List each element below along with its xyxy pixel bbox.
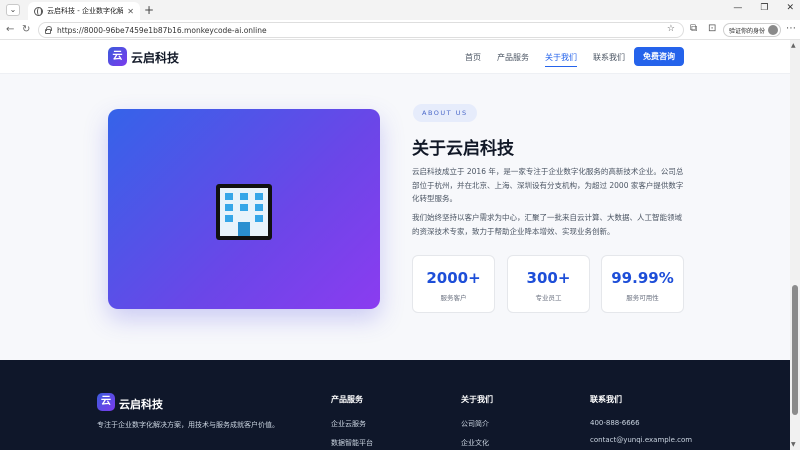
collections-icon[interactable]: ⊡ [708, 23, 716, 34]
footer-logo-text[interactable]: 云启科技 [119, 396, 163, 412]
page-scrollbar[interactable]: ▲ ▼ [790, 40, 800, 450]
footer-column-title: 联系我们 [590, 395, 622, 404]
office-building-icon [216, 184, 272, 240]
profile-label: 验证你的身份 [729, 27, 766, 35]
stat-card-availability: 99.99% 服务可用性 [601, 255, 684, 313]
footer-column-products: 产品服务 企业云服务 数据智能平台 [331, 394, 373, 450]
building-window [240, 193, 248, 200]
more-menu-icon[interactable]: ⋯ [786, 23, 796, 34]
profile-button[interactable]: 验证你的身份 [723, 23, 781, 37]
site-footer: 云 云启科技 专注于企业数字化解决方案，用技术与服务成就客户价值。 产品服务 企… [0, 360, 790, 450]
extensions-icon[interactable]: ⧉ [690, 23, 697, 34]
footer-logo-icon[interactable]: 云 [97, 393, 115, 411]
about-section: ABOUT US 关于云启科技 云启科技成立于 2016 年，是一家专注于企业数… [0, 74, 790, 360]
stat-value: 99.99% [611, 269, 674, 287]
main-nav: 首页 产品服务 关于我们 联系我们 [465, 52, 625, 67]
nav-item-home[interactable]: 首页 [465, 52, 481, 67]
stat-value: 2000+ [426, 269, 481, 287]
star-icon[interactable]: ☆ [667, 24, 675, 34]
footer-column-title: 产品服务 [331, 395, 363, 404]
address-bar-row: ← ↻ https://8000-96be7459e1b87b16.monkey… [0, 20, 800, 40]
scroll-up-icon[interactable]: ▲ [791, 42, 796, 49]
building-door [238, 222, 250, 236]
tab-title: 云启科技 - 企业数字化解决方案服务 [47, 7, 124, 15]
about-paragraph-2: 我们始终坚持以客户需求为中心，汇聚了一批来自云计算、大数据、人工智能领域的资深技… [412, 213, 682, 236]
tab-actions-menu-icon[interactable]: ⌄ [6, 4, 20, 16]
footer-column-title: 关于我们 [461, 395, 493, 404]
footer-tagline: 专注于企业数字化解决方案，用技术与服务成就客户价值。 [97, 421, 279, 429]
nav-item-contact[interactable]: 联系我们 [593, 52, 625, 67]
footer-link[interactable]: contact@yunqi.example.com [590, 436, 692, 444]
stat-label: 服务可用性 [626, 294, 659, 302]
browser-tab[interactable]: 云启科技 - 企业数字化解决方案服务 ✕ [28, 2, 140, 20]
stat-value: 300+ [526, 269, 571, 287]
scroll-down-icon[interactable]: ▼ [791, 441, 796, 448]
nav-item-about[interactable]: 关于我们 [545, 52, 577, 67]
tab-close-icon[interactable]: ✕ [127, 7, 134, 16]
footer-link[interactable]: 400-888-6666 [590, 419, 692, 427]
building-window [255, 193, 263, 200]
footer-column-contact: 联系我们 400-888-6666 contact@yunqi.example.… [590, 394, 692, 450]
window-controls: — ❐ ✕ [733, 3, 794, 13]
scrollbar-thumb[interactable] [792, 285, 798, 415]
avatar-icon [768, 25, 778, 35]
free-consult-button[interactable]: 免费咨询 [634, 47, 684, 66]
site-header: 云 云启科技 首页 产品服务 关于我们 联系我们 免费咨询 [0, 40, 790, 74]
back-icon[interactable]: ← [6, 23, 14, 37]
footer-link[interactable]: 企业云服务 [331, 419, 373, 429]
building-window [225, 193, 233, 200]
about-paragraph-1: 云启科技成立于 2016 年，是一家专注于企业数字化服务的高新技术企业。公司总部… [412, 167, 684, 203]
stat-card-clients: 2000+ 服务客户 [412, 255, 495, 313]
stat-label: 专业员工 [535, 294, 562, 302]
logo-text[interactable]: 云启科技 [131, 49, 179, 66]
building-facade [220, 188, 268, 236]
building-window [255, 204, 263, 211]
hero-image-card [108, 109, 380, 309]
logo-icon[interactable]: 云 [108, 47, 127, 66]
building-window [255, 215, 263, 222]
stat-card-employees: 300+ 专业员工 [507, 255, 590, 313]
building-window [225, 215, 233, 222]
nav-item-products[interactable]: 产品服务 [497, 52, 529, 67]
url-input[interactable]: https://8000-96be7459e1b87b16.monkeycode… [38, 22, 684, 38]
browser-tab-bar: ⌄ 云启科技 - 企业数字化解决方案服务 ✕ + — ❐ ✕ [0, 0, 800, 20]
about-us-badge: ABOUT US [413, 104, 477, 122]
close-window-icon[interactable]: ✕ [786, 3, 794, 13]
building-window [225, 204, 233, 211]
stat-label: 服务客户 [440, 294, 467, 302]
lock-icon[interactable] [45, 26, 52, 34]
refresh-icon[interactable]: ↻ [22, 23, 30, 37]
footer-link[interactable]: 公司简介 [461, 419, 493, 429]
footer-link[interactable]: 数据智能平台 [331, 438, 373, 448]
footer-link[interactable]: 企业文化 [461, 438, 493, 448]
restore-icon[interactable]: ❐ [760, 3, 768, 13]
about-title: 关于云启科技 [412, 139, 514, 159]
globe-icon [34, 6, 43, 16]
minimize-icon[interactable]: — [733, 3, 742, 13]
footer-column-about: 关于我们 公司简介 企业文化 [461, 394, 493, 450]
building-window [240, 204, 248, 211]
url-text: https://8000-96be7459e1b87b16.monkeycode… [57, 25, 267, 35]
new-tab-button[interactable]: + [144, 2, 154, 18]
